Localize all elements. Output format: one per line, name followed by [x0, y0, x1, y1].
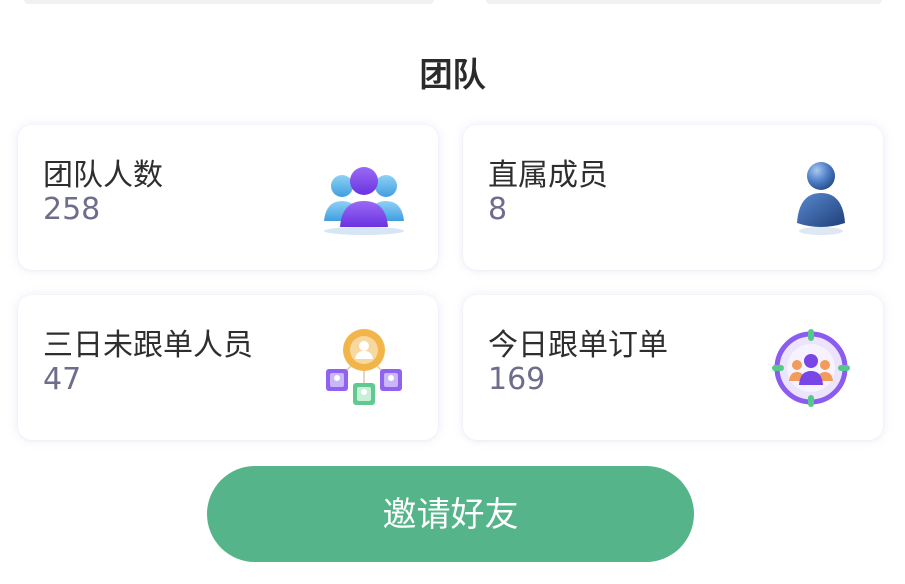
inactive-members-label: 三日未跟单人员 — [43, 328, 253, 363]
previous-section-card-edge — [486, 0, 882, 4]
team-count-label: 团队人数 — [43, 158, 163, 193]
team-count-value: 258 — [43, 192, 101, 227]
inactive-members-card[interactable]: 三日未跟单人员 47 — [18, 295, 438, 440]
direct-members-card[interactable]: 直属成员 8 — [463, 125, 883, 270]
direct-members-label: 直属成员 — [488, 158, 608, 193]
invite-friends-button[interactable]: 邀请好友 — [207, 466, 694, 562]
member-person-icon — [797, 162, 845, 235]
team-group-icon — [324, 167, 404, 235]
today-orders-label: 今日跟单订单 — [488, 328, 668, 363]
direct-members-value: 8 — [488, 192, 508, 227]
today-orders-value: 169 — [488, 362, 546, 397]
target-group-icon — [772, 329, 850, 407]
previous-section-card-edge — [24, 0, 434, 4]
team-count-card[interactable]: 团队人数 258 — [18, 125, 438, 270]
network-people-icon — [326, 329, 402, 405]
today-orders-card[interactable]: 今日跟单订单 169 — [463, 295, 883, 440]
inactive-members-value: 47 — [43, 362, 82, 397]
section-title: 团队 — [419, 55, 486, 94]
